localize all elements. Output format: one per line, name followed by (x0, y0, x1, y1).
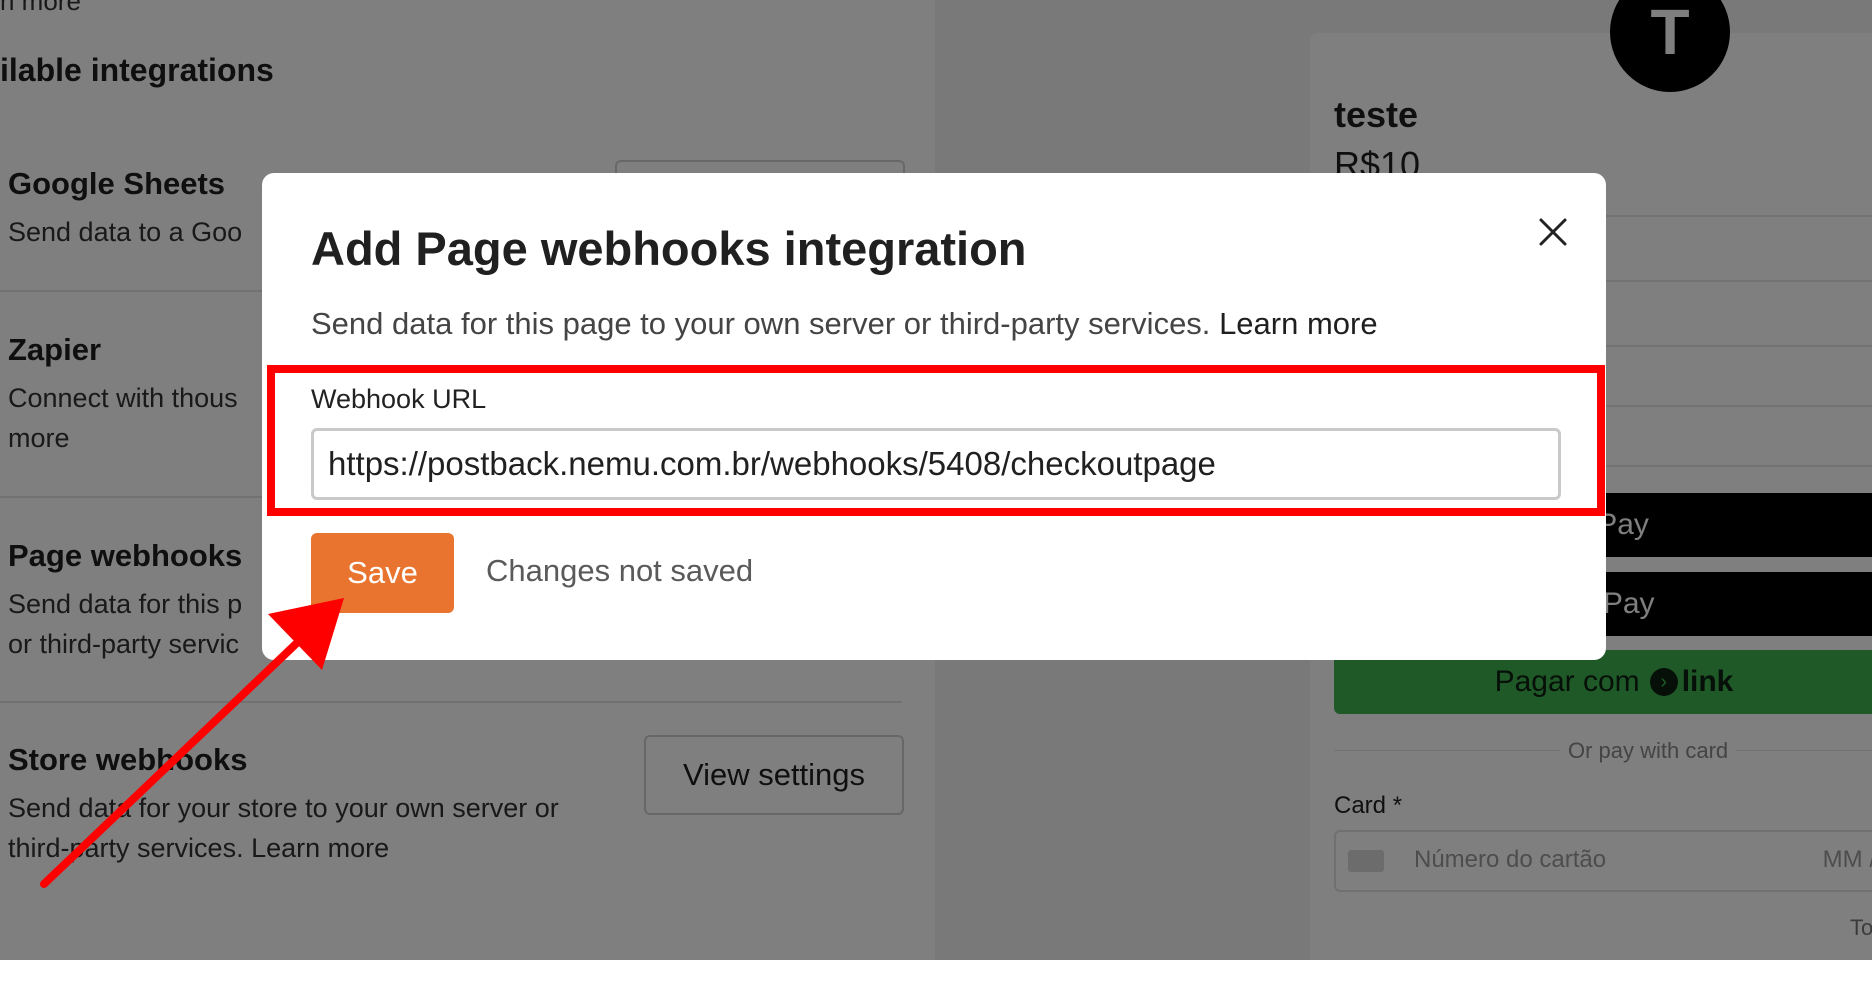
save-status-text: Changes not saved (486, 553, 754, 588)
webhook-modal: Add Page webhooks integration Send data … (262, 173, 1606, 660)
webhook-url-input[interactable] (311, 428, 1561, 500)
modal-title: Add Page webhooks integration (311, 222, 1027, 275)
close-icon[interactable] (1533, 212, 1573, 252)
modal-subtitle: Send data for this page to your own serv… (311, 306, 1378, 342)
webhook-url-label: Webhook URL (311, 384, 487, 414)
learn-more-link[interactable]: Learn more (1219, 306, 1378, 341)
save-button[interactable]: Save (311, 533, 454, 613)
modal-subtitle-text: Send data for this page to your own serv… (311, 306, 1211, 341)
